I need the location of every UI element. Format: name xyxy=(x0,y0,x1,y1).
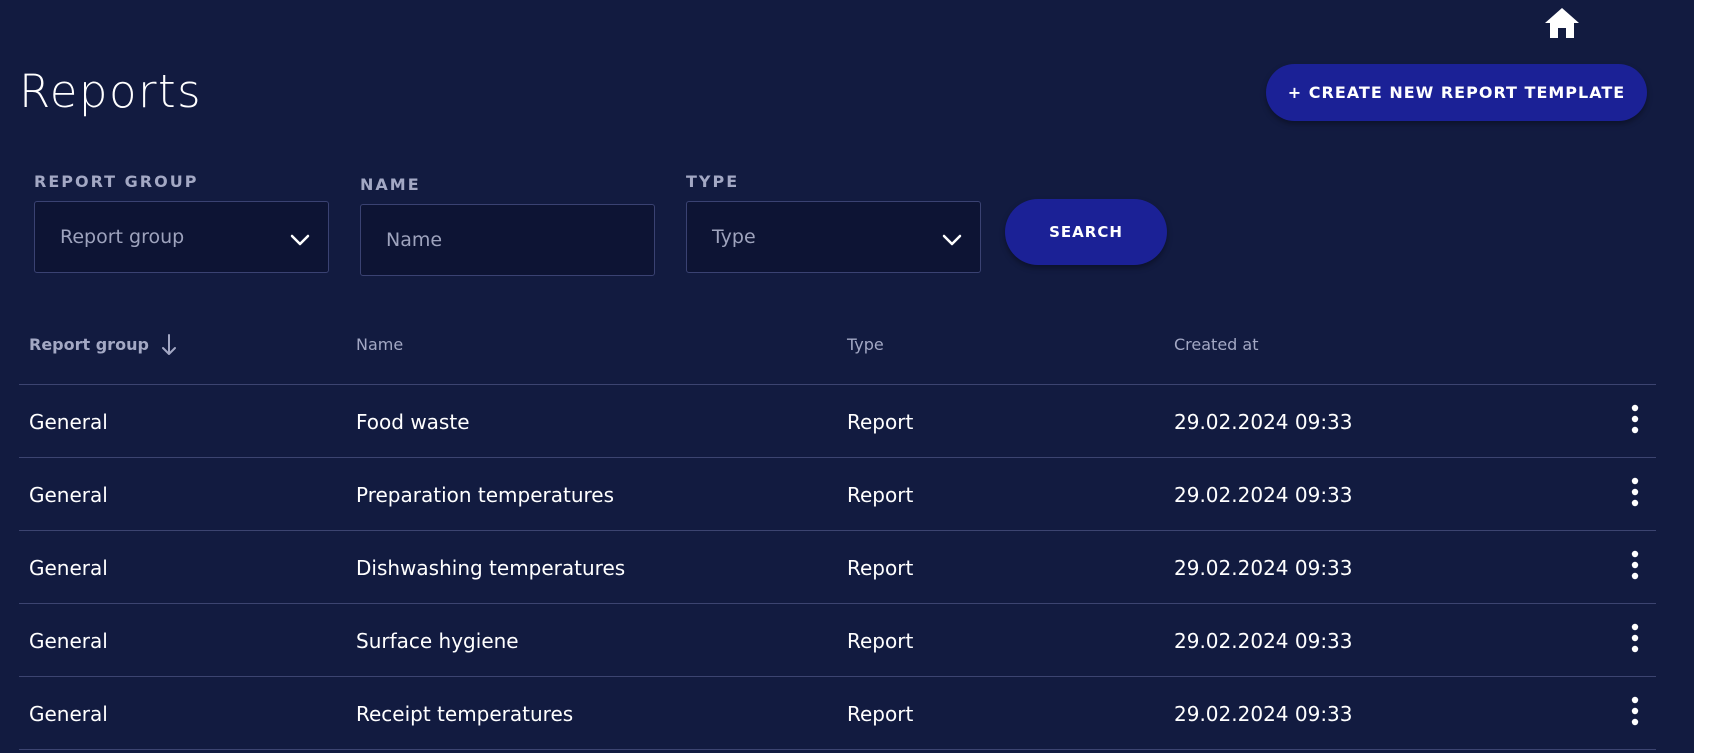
cell-report-group: General xyxy=(29,483,108,507)
column-header-name[interactable]: Name xyxy=(356,335,403,355)
arrow-down-icon xyxy=(161,333,177,357)
kebab-menu-icon[interactable] xyxy=(1623,695,1647,729)
cell-type: Report xyxy=(847,410,914,434)
page-title: Reports xyxy=(19,65,203,118)
type-filter-label: TYPE xyxy=(686,172,740,191)
chevron-down-icon xyxy=(942,230,962,246)
kebab-menu-icon[interactable] xyxy=(1623,622,1647,656)
column-header-report-group[interactable]: Report group xyxy=(29,333,177,357)
cell-report-group: General xyxy=(29,410,108,434)
name-filter-label: NAME xyxy=(360,175,421,194)
search-button[interactable]: SEARCH xyxy=(1005,199,1167,265)
kebab-menu-icon[interactable] xyxy=(1623,476,1647,510)
table-row[interactable]: General Preparation temperatures Report … xyxy=(19,458,1656,531)
scrollbar-track[interactable] xyxy=(1694,0,1714,753)
cell-type: Report xyxy=(847,629,914,653)
cell-type: Report xyxy=(847,483,914,507)
report-group-select[interactable]: Report group xyxy=(34,201,329,273)
cell-created-at: 29.02.2024 09:33 xyxy=(1174,629,1353,653)
cell-created-at: 29.02.2024 09:33 xyxy=(1174,702,1353,726)
report-group-filter-label: REPORT GROUP xyxy=(34,172,199,191)
cell-report-group: General xyxy=(29,702,108,726)
cell-report-group: General xyxy=(29,556,108,580)
cell-type: Report xyxy=(847,556,914,580)
table-row[interactable]: General Surface hygiene Report 29.02.202… xyxy=(19,604,1656,677)
table-row[interactable]: General Food waste Report 29.02.2024 09:… xyxy=(19,385,1656,458)
create-report-template-button[interactable]: + CREATE NEW REPORT TEMPLATE xyxy=(1266,64,1647,121)
cell-created-at: 29.02.2024 09:33 xyxy=(1174,556,1353,580)
type-select-placeholder: Type xyxy=(712,226,756,248)
name-input-placeholder: Name xyxy=(386,229,443,251)
chevron-down-icon xyxy=(290,230,310,246)
home-icon[interactable] xyxy=(1543,6,1581,40)
table-header: Report group Name Type Created at xyxy=(19,310,1656,385)
type-select[interactable]: Type xyxy=(686,201,981,273)
cell-name: Preparation temperatures xyxy=(356,483,615,507)
cell-created-at: 29.02.2024 09:33 xyxy=(1174,410,1353,434)
cell-type: Report xyxy=(847,702,914,726)
cell-name: Surface hygiene xyxy=(356,629,519,653)
column-header-created-at[interactable]: Created at xyxy=(1174,335,1258,355)
cell-report-group: General xyxy=(29,629,108,653)
cell-name: Dishwashing temperatures xyxy=(356,556,626,580)
report-group-select-placeholder: Report group xyxy=(60,226,185,248)
reports-table: Report group Name Type Created at Genera… xyxy=(19,310,1656,750)
column-header-type[interactable]: Type xyxy=(847,335,884,355)
kebab-menu-icon[interactable] xyxy=(1623,549,1647,583)
kebab-menu-icon[interactable] xyxy=(1623,403,1647,437)
table-row[interactable]: General Receipt temperatures Report 29.0… xyxy=(19,677,1656,750)
cell-name: Receipt temperatures xyxy=(356,702,574,726)
column-header-report-group-label: Report group xyxy=(29,335,149,354)
cell-created-at: 29.02.2024 09:33 xyxy=(1174,483,1353,507)
name-input[interactable]: Name xyxy=(360,204,655,276)
table-row[interactable]: General Dishwashing temperatures Report … xyxy=(19,531,1656,604)
cell-name: Food waste xyxy=(356,410,470,434)
